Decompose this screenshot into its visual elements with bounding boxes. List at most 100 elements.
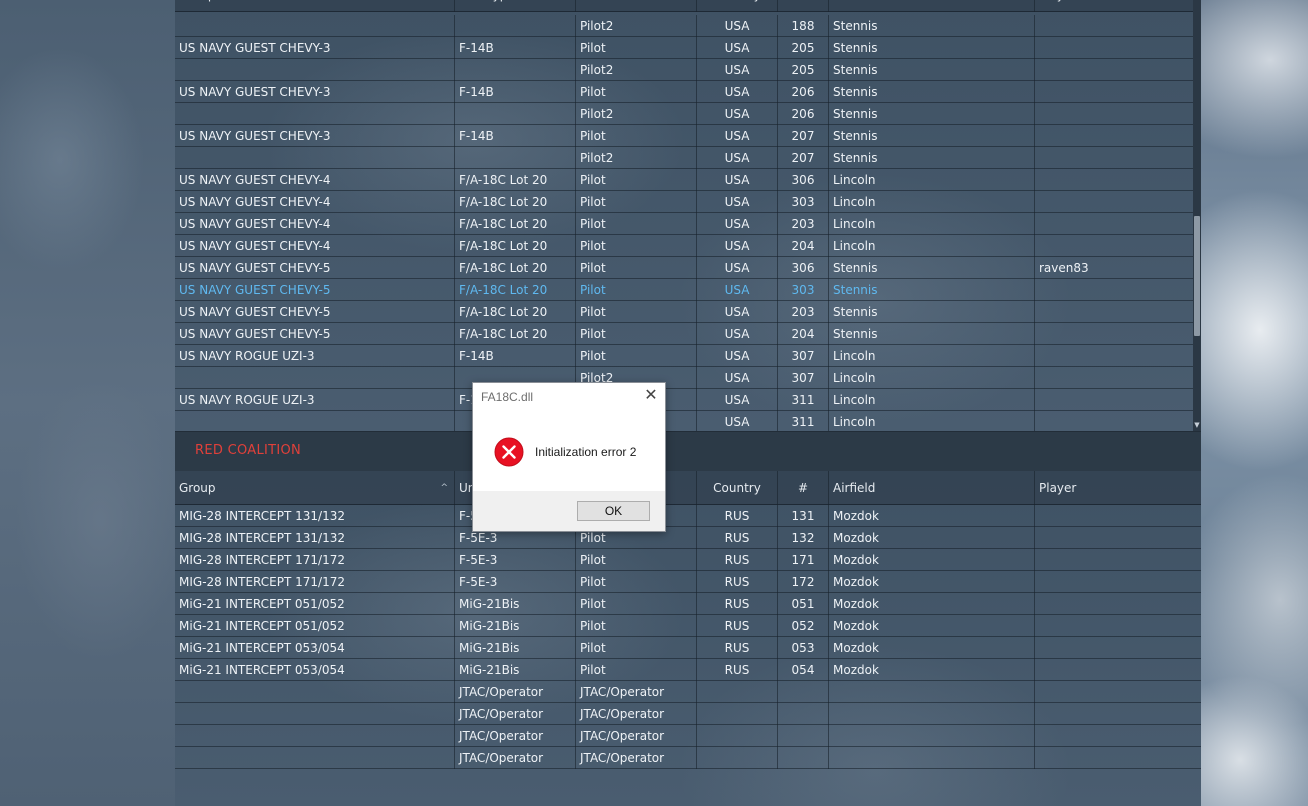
- cell-group: MiG-21 INTERCEPT 053/054: [175, 659, 455, 681]
- header-number[interactable]: #: [778, 471, 829, 505]
- table-row[interactable]: US NAVY GUEST CHEVY-5 F/A-18C Lot 20 Pilot…: [175, 279, 1193, 301]
- table-row[interactable]: Pilot2 USA 188 Stennis: [175, 15, 1193, 37]
- table-row[interactable]: Pilot2USA311Lincoln: [175, 411, 1193, 431]
- error-dialog: FA18C.dll ✕ Initialization error 2 OK: [472, 382, 666, 532]
- table-row[interactable]: JTAC/Operator JTAC/Operator: [175, 725, 1201, 747]
- scrollbar-thumb[interactable]: [1194, 216, 1200, 336]
- cell-airfield: Mozdok: [829, 571, 1035, 593]
- cell-position: JTAC/Operator: [576, 725, 697, 747]
- header-airfield[interactable]: Airfield: [829, 0, 1035, 12]
- cell-country: RUS: [697, 527, 778, 549]
- header-country[interactable]: Country: [697, 0, 778, 12]
- cell-player: [1035, 345, 1193, 367]
- cell-group: [175, 725, 455, 747]
- table-row[interactable]: Pilot2 USA 307 Lincoln: [175, 367, 1193, 389]
- cell-airfield: Stennis: [829, 15, 1035, 37]
- cell-group: US NAVY GUEST CHEVY-4: [175, 235, 455, 257]
- cell-country: USA: [697, 323, 778, 345]
- cell-airfield: Lincoln: [829, 389, 1035, 411]
- cell-country: USA: [697, 37, 778, 59]
- table-row[interactable]: MiG-21 INTERCEPT 053/054 MiG-21Bis Pilot RU…: [175, 659, 1201, 681]
- table-row[interactable]: US NAVY GUEST CHEVY-4 F/A-18C Lot 20 Pilot…: [175, 169, 1193, 191]
- header-unit-type[interactable]: Unit Type: [455, 0, 576, 12]
- table-row[interactable]: US NAVY GUEST CHEVY-4 F/A-18C Lot 20 Pilot…: [175, 191, 1193, 213]
- cell-airfield: Stennis: [829, 323, 1035, 345]
- table-row[interactable]: MiG-21 INTERCEPT 051/052 MiG-21Bis Pilot RU…: [175, 615, 1201, 637]
- cell-group: MIG-28 INTERCEPT 131/132: [175, 527, 455, 549]
- table-row[interactable]: JTAC/Operator JTAC/Operator: [175, 747, 1201, 769]
- cell-position: JTAC/Operator: [576, 703, 697, 725]
- cell-unit-type: MiG-21Bis: [455, 593, 576, 615]
- table-row[interactable]: US NAVY GUEST CHEVY-5 F/A-18C Lot 20 Pilot…: [175, 301, 1193, 323]
- blue-table-scrollbar[interactable]: ▼: [1193, 0, 1201, 431]
- cell-unit-type: [455, 147, 576, 169]
- table-row[interactable]: JTAC/Operator JTAC/Operator: [175, 681, 1201, 703]
- cell-position: Pilot2: [576, 103, 697, 125]
- cell-unit-type: F-5E-3: [455, 549, 576, 571]
- header-airfield[interactable]: Airfield: [829, 471, 1035, 505]
- table-row[interactable]: Pilot2 USA 205 Stennis: [175, 59, 1193, 81]
- cell-group: US NAVY GUEST CHEVY-3: [175, 81, 455, 103]
- background-left: [0, 0, 175, 806]
- cell-player: [1035, 301, 1193, 323]
- cell-position: Pilot: [576, 191, 697, 213]
- cell-airfield: Stennis: [829, 125, 1035, 147]
- dialog-title: FA18C.dll: [481, 390, 534, 404]
- table-row[interactable]: US NAVY GUEST CHEVY-5 F/A-18C Lot 20 Pilot…: [175, 323, 1193, 345]
- table-row[interactable]: US NAVY GUEST CHEVY-5 F/A-18C Lot 20 Pilot…: [175, 257, 1193, 279]
- table-row[interactable]: MIG-28 INTERCEPT 171/172 F-5E-3 Pilot RUS 17…: [175, 549, 1201, 571]
- cell-unit-type: F/A-18C Lot 20: [455, 323, 576, 345]
- header-group[interactable]: Group: [175, 0, 455, 12]
- cell-unit-type: F-14B: [455, 37, 576, 59]
- cell-player: [1035, 103, 1193, 125]
- table-row[interactable]: MIG-28 INTERCEPT 131/132F-5E-3PilotRUS13…: [175, 505, 1201, 527]
- table-row[interactable]: US NAVY GUEST CHEVY-3 F-14B Pilot USA 206 Ste…: [175, 81, 1193, 103]
- cell-position: Pilot: [576, 213, 697, 235]
- cell-player: [1035, 571, 1201, 593]
- table-row[interactable]: Pilot2 USA 207 Stennis: [175, 147, 1193, 169]
- table-row[interactable]: Pilot2 USA 206 Stennis: [175, 103, 1193, 125]
- cell-unit-type: JTAC/Operator: [455, 725, 576, 747]
- table-row[interactable]: MIG-28 INTERCEPT 131/132F-5E-3PilotRUS13…: [175, 527, 1201, 549]
- cell-player: [1035, 703, 1201, 725]
- table-row[interactable]: MiG-21 INTERCEPT 051/052 MiG-21Bis Pilot RU…: [175, 593, 1201, 615]
- close-icon[interactable]: ✕: [641, 386, 661, 406]
- cell-airfield: Lincoln: [829, 411, 1035, 431]
- ok-button[interactable]: OK: [577, 501, 650, 521]
- cell-group: [175, 703, 455, 725]
- cell-number: 053: [778, 637, 829, 659]
- header-position[interactable]: Position: [576, 0, 697, 12]
- header-country[interactable]: Country: [697, 471, 778, 505]
- cell-airfield: Stennis: [829, 147, 1035, 169]
- cell-player: [1035, 37, 1193, 59]
- cell-country: USA: [697, 15, 778, 37]
- header-group[interactable]: Group ^: [175, 471, 455, 505]
- table-row[interactable]: US NAVY GUEST CHEVY-4 F/A-18C Lot 20 Pilot…: [175, 213, 1193, 235]
- header-player[interactable]: Player: [1035, 471, 1201, 505]
- table-row[interactable]: MiG-21 INTERCEPT 053/054 MiG-21Bis Pilot RU…: [175, 637, 1201, 659]
- table-row[interactable]: US NAVY ROGUE UZI-3F-14BPilotUSA311Linco…: [175, 389, 1193, 411]
- cell-group: [175, 411, 455, 431]
- cell-airfield: Mozdok: [829, 659, 1035, 681]
- cell-group: MiG-21 INTERCEPT 051/052: [175, 593, 455, 615]
- cell-airfield: Lincoln: [829, 213, 1035, 235]
- cell-number: [778, 681, 829, 703]
- cell-airfield: Lincoln: [829, 345, 1035, 367]
- cell-position: Pilot: [576, 235, 697, 257]
- table-row[interactable]: US NAVY GUEST CHEVY-4 F/A-18C Lot 20 Pilot…: [175, 235, 1193, 257]
- cell-unit-type: F/A-18C Lot 20: [455, 169, 576, 191]
- cell-position: Pilot: [576, 81, 697, 103]
- table-row[interactable]: US NAVY ROGUE UZI-3 F-14B Pilot USA 307 Linco…: [175, 345, 1193, 367]
- cell-unit-type: MiG-21Bis: [455, 615, 576, 637]
- cell-group: US NAVY GUEST CHEVY-4: [175, 213, 455, 235]
- table-row[interactable]: JTAC/Operator JTAC/Operator: [175, 703, 1201, 725]
- table-row[interactable]: US NAVY GUEST CHEVY-3 F-14B Pilot USA 207 Ste…: [175, 125, 1193, 147]
- cell-number: 311: [778, 389, 829, 411]
- header-player[interactable]: Player: [1035, 0, 1193, 12]
- table-row[interactable]: MIG-28 INTERCEPT 171/172 F-5E-3 Pilot RUS 17…: [175, 571, 1201, 593]
- header-number[interactable]: #: [778, 0, 829, 12]
- cell-player: [1035, 59, 1193, 81]
- scroll-down-arrow-icon[interactable]: ▼: [1193, 420, 1201, 430]
- cell-player: [1035, 637, 1201, 659]
- table-row[interactable]: US NAVY GUEST CHEVY-3 F-14B Pilot USA 205 Ste…: [175, 37, 1193, 59]
